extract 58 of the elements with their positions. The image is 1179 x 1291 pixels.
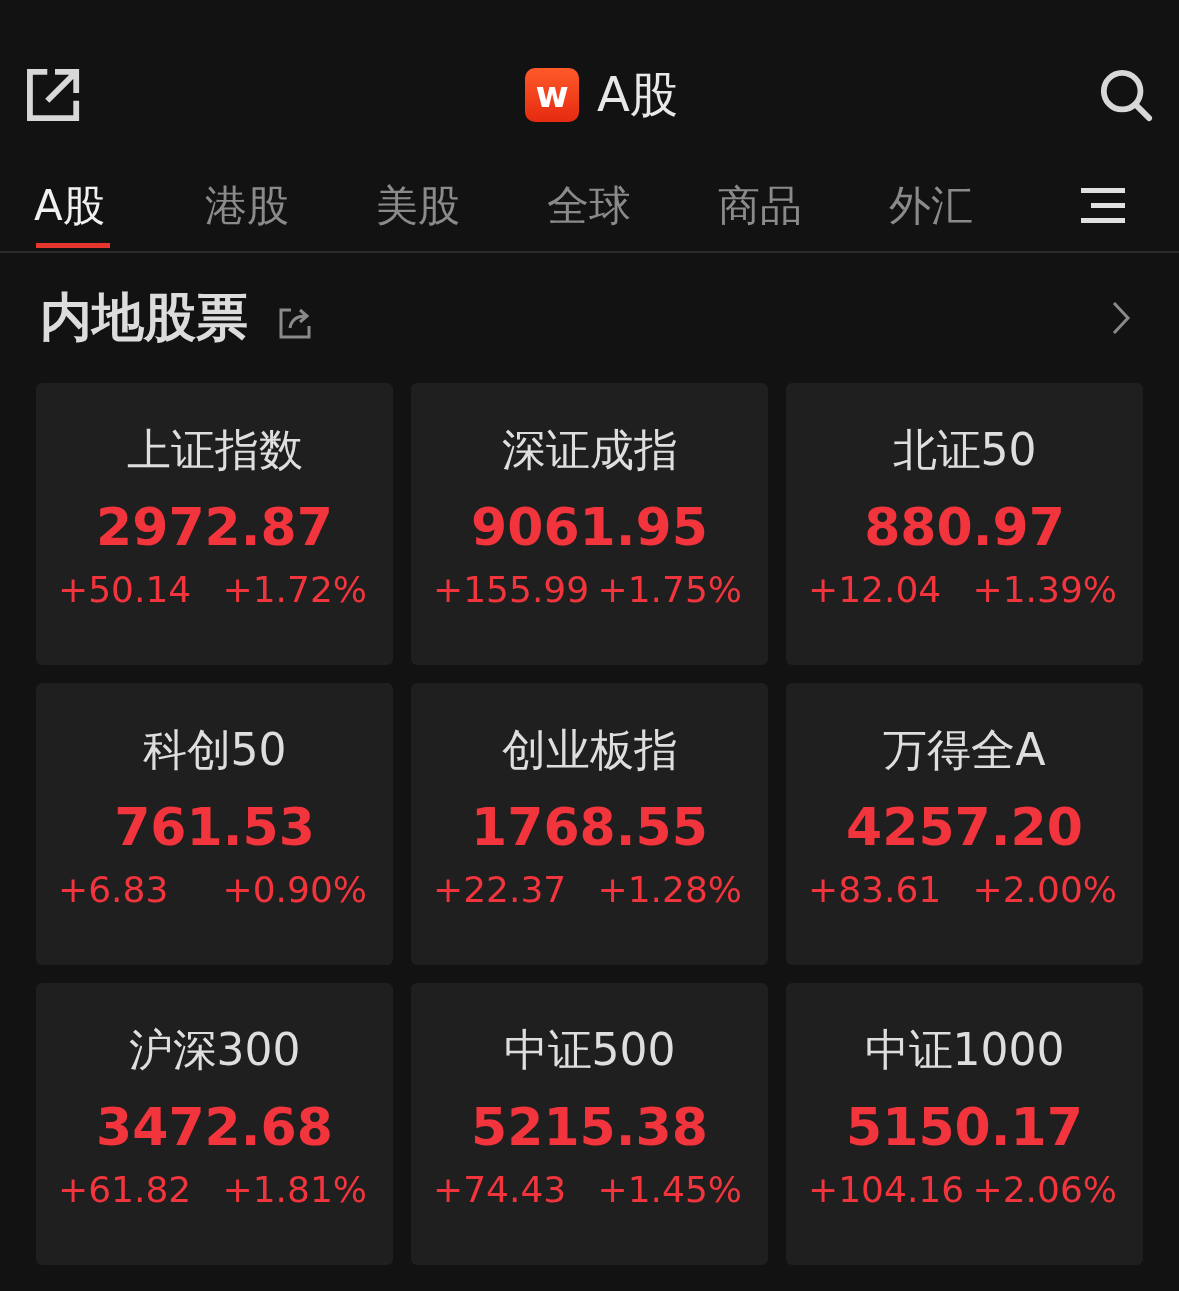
index-change-percent: +0.90%	[222, 869, 367, 910]
index-value: 9061.95	[471, 497, 708, 559]
market-tab[interactable]: A股	[34, 159, 205, 252]
market-tab[interactable]: 全球	[547, 159, 718, 252]
index-change-percent: +1.72%	[222, 569, 367, 610]
index-value: 5150.17	[846, 1097, 1083, 1159]
index-card[interactable]: 创业板指 1768.55 +22.37 +1.28%	[411, 683, 768, 965]
index-value: 880.97	[864, 497, 1065, 559]
index-name: 万得全A	[883, 723, 1046, 777]
index-change: +155.99	[433, 569, 590, 610]
index-change-percent: +1.45%	[597, 1169, 742, 1210]
index-change-percent: +2.06%	[972, 1169, 1117, 1210]
index-value: 4257.20	[846, 797, 1083, 859]
index-change: +12.04	[808, 569, 942, 610]
index-name: 上证指数	[126, 423, 303, 477]
index-change: +74.43	[433, 1169, 567, 1210]
index-card[interactable]: 万得全A 4257.20 +83.61 +2.00%	[786, 683, 1143, 965]
index-name: 沪深300	[128, 1023, 301, 1077]
app-logo: w	[525, 68, 580, 122]
index-value: 2972.87	[96, 497, 333, 559]
index-value: 761.53	[114, 797, 315, 859]
market-tab[interactable]: 美股	[376, 159, 547, 252]
index-card[interactable]: 中证500 5215.38 +74.43 +1.45%	[411, 983, 768, 1265]
index-card[interactable]: 沪深300 3472.68 +61.82 +1.81%	[36, 983, 393, 1265]
chevron-right-icon[interactable]	[1111, 301, 1131, 335]
index-name: 中证500	[503, 1023, 676, 1077]
index-name: 中证1000	[864, 1023, 1065, 1077]
menu-icon[interactable]	[1081, 187, 1125, 224]
index-name: 深证成指	[501, 423, 678, 477]
index-change: +83.61	[808, 869, 942, 910]
index-change-percent: +1.28%	[597, 869, 742, 910]
index-change-percent: +1.75%	[597, 569, 742, 610]
index-card[interactable]: 中证1000 5150.17 +104.16 +2.06%	[786, 983, 1143, 1265]
section-title: 内地股票	[40, 286, 248, 349]
index-card[interactable]: 上证指数 2972.87 +50.14 +1.72%	[36, 383, 393, 665]
share-icon[interactable]	[278, 306, 312, 340]
index-card[interactable]: 深证成指 9061.95 +155.99 +1.75%	[411, 383, 768, 665]
market-tab[interactable]: 港股	[205, 159, 376, 252]
index-value: 3472.68	[96, 1097, 333, 1159]
search-icon[interactable]	[1099, 68, 1153, 122]
index-change: +50.14	[58, 569, 192, 610]
index-name: 北证50	[892, 423, 1037, 477]
index-change: +104.16	[808, 1169, 965, 1210]
index-change-percent: +1.39%	[972, 569, 1117, 610]
index-name: 创业板指	[501, 723, 678, 777]
page-title: A股	[597, 65, 678, 124]
index-card[interactable]: 北证50 880.97 +12.04 +1.39%	[786, 383, 1143, 665]
index-card[interactable]: 科创50 761.53 +6.83 +0.90%	[36, 683, 393, 965]
index-change: +6.83	[58, 869, 169, 910]
index-value: 1768.55	[471, 797, 708, 859]
market-tab[interactable]: 商品	[718, 159, 889, 252]
index-name: 科创50	[142, 723, 287, 777]
index-change-percent: +1.81%	[222, 1169, 367, 1210]
index-change: +22.37	[433, 869, 567, 910]
market-tab[interactable]: 外汇	[889, 159, 1060, 252]
index-change-percent: +2.00%	[972, 869, 1117, 910]
index-change: +61.82	[58, 1169, 192, 1210]
index-value: 5215.38	[471, 1097, 708, 1159]
